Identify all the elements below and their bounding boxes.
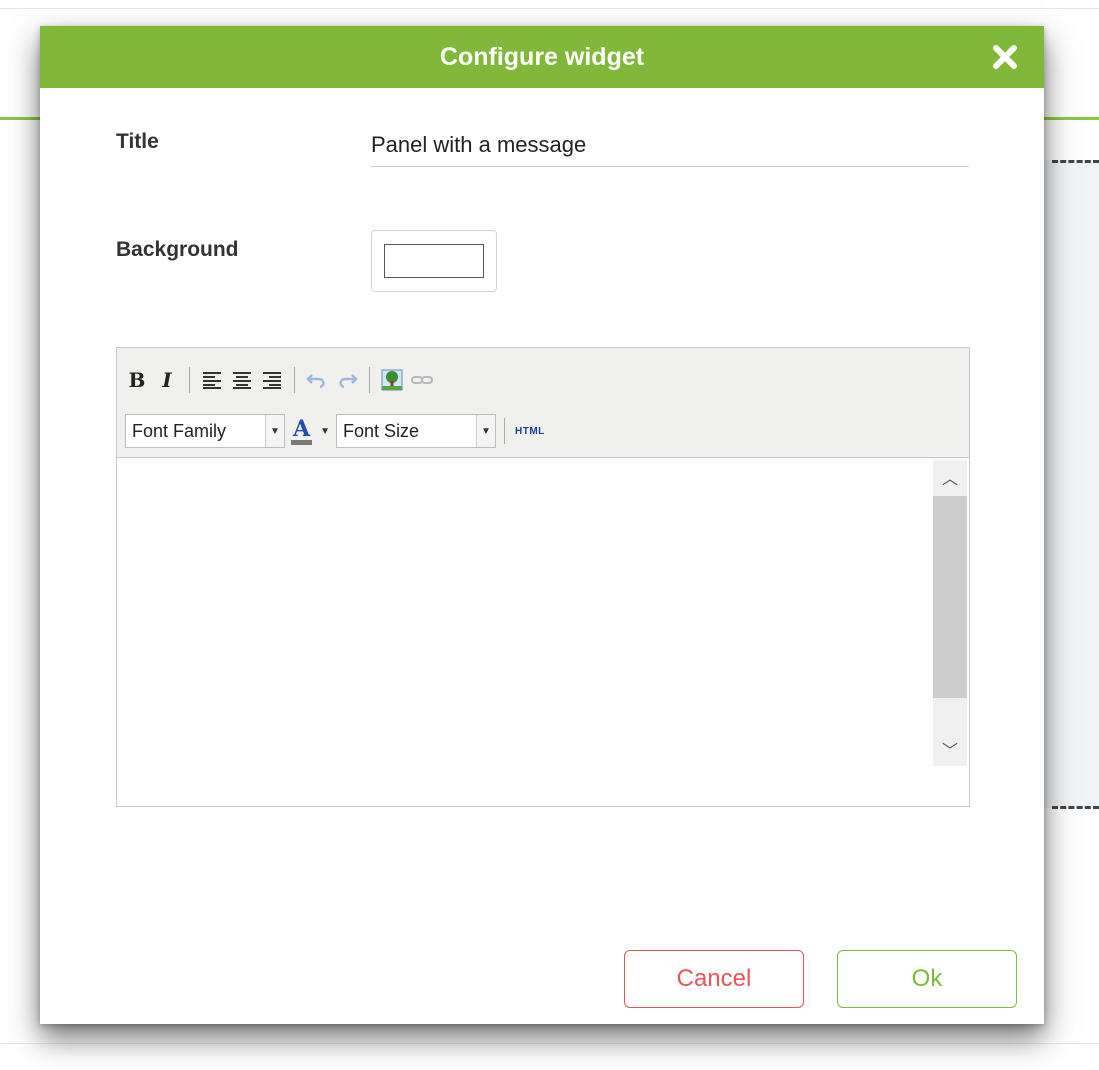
rich-text-editor: B I Font Family ▼ A ▼ Font Size ▼ HTML ︿… bbox=[116, 347, 970, 807]
title-input[interactable] bbox=[371, 124, 969, 167]
toolbar-row-formatting: B I bbox=[125, 365, 440, 395]
close-icon bbox=[993, 45, 1017, 69]
scroll-down-icon[interactable]: ﹀ bbox=[933, 732, 967, 766]
scrollbar-thumb[interactable] bbox=[933, 496, 967, 698]
color-swatch bbox=[384, 244, 484, 278]
toolbar-separator bbox=[189, 367, 190, 393]
toolbar-separator bbox=[369, 367, 370, 393]
redo-icon bbox=[339, 374, 358, 389]
chevron-down-icon: ▼ bbox=[265, 415, 284, 447]
dialog-header: Configure widget bbox=[40, 26, 1044, 88]
background-dashed-border-top bbox=[1052, 160, 1099, 163]
chevron-down-icon: ▼ bbox=[475, 415, 495, 447]
link-button[interactable] bbox=[410, 367, 434, 393]
align-center-button[interactable] bbox=[230, 367, 254, 393]
dialog-title: Configure widget bbox=[439, 43, 645, 71]
align-right-button[interactable] bbox=[260, 367, 284, 393]
ok-button[interactable]: Ok bbox=[837, 950, 1017, 1008]
page-bottom-border bbox=[0, 1043, 1099, 1044]
align-right-icon bbox=[263, 372, 281, 389]
toolbar-separator bbox=[294, 367, 295, 393]
align-left-button[interactable] bbox=[200, 367, 224, 393]
font-size-value: Font Size bbox=[342, 420, 420, 441]
align-center-icon bbox=[233, 372, 251, 389]
background-widget-panel bbox=[1040, 160, 1099, 808]
scroll-up-icon[interactable]: ︿ bbox=[933, 460, 967, 494]
chevron-down-icon: ▼ bbox=[320, 425, 330, 437]
undo-icon bbox=[306, 374, 325, 389]
editor-scrollbar[interactable]: ︿ ﹀ bbox=[933, 460, 967, 766]
background-dashed-border-bottom bbox=[1052, 806, 1099, 809]
bold-button[interactable]: B bbox=[125, 367, 149, 393]
redo-button[interactable] bbox=[335, 367, 359, 393]
font-color-button[interactable]: A ▼ bbox=[291, 418, 330, 445]
insert-image-button[interactable] bbox=[380, 367, 404, 393]
font-color-icon: A bbox=[291, 418, 313, 445]
html-source-button[interactable]: HTML bbox=[503, 418, 545, 444]
cancel-button[interactable]: Cancel bbox=[624, 950, 804, 1008]
page-top-border bbox=[0, 8, 1099, 9]
align-left-icon bbox=[203, 372, 221, 389]
toolbar-row-fonts: Font Family ▼ A ▼ Font Size ▼ HTML bbox=[125, 414, 545, 448]
font-family-select[interactable]: Font Family ▼ bbox=[125, 414, 285, 448]
editor-content-area[interactable]: ︿ ﹀ bbox=[117, 458, 969, 806]
configure-widget-dialog: Configure widget Title Background B I bbox=[40, 26, 1044, 1024]
font-size-select[interactable]: Font Size ▼ bbox=[335, 414, 496, 448]
background-label: Background bbox=[116, 238, 239, 261]
font-family-value: Font Family bbox=[132, 420, 227, 441]
background-color-picker[interactable] bbox=[371, 230, 497, 292]
title-label: Title bbox=[116, 130, 159, 153]
insert-image-icon bbox=[381, 369, 403, 391]
link-icon bbox=[411, 376, 433, 384]
editor-toolbar: B I Font Family ▼ A ▼ Font Size ▼ HTML bbox=[117, 348, 969, 458]
close-button[interactable] bbox=[990, 42, 1020, 72]
italic-button[interactable]: I bbox=[155, 367, 179, 393]
undo-button[interactable] bbox=[305, 367, 329, 393]
